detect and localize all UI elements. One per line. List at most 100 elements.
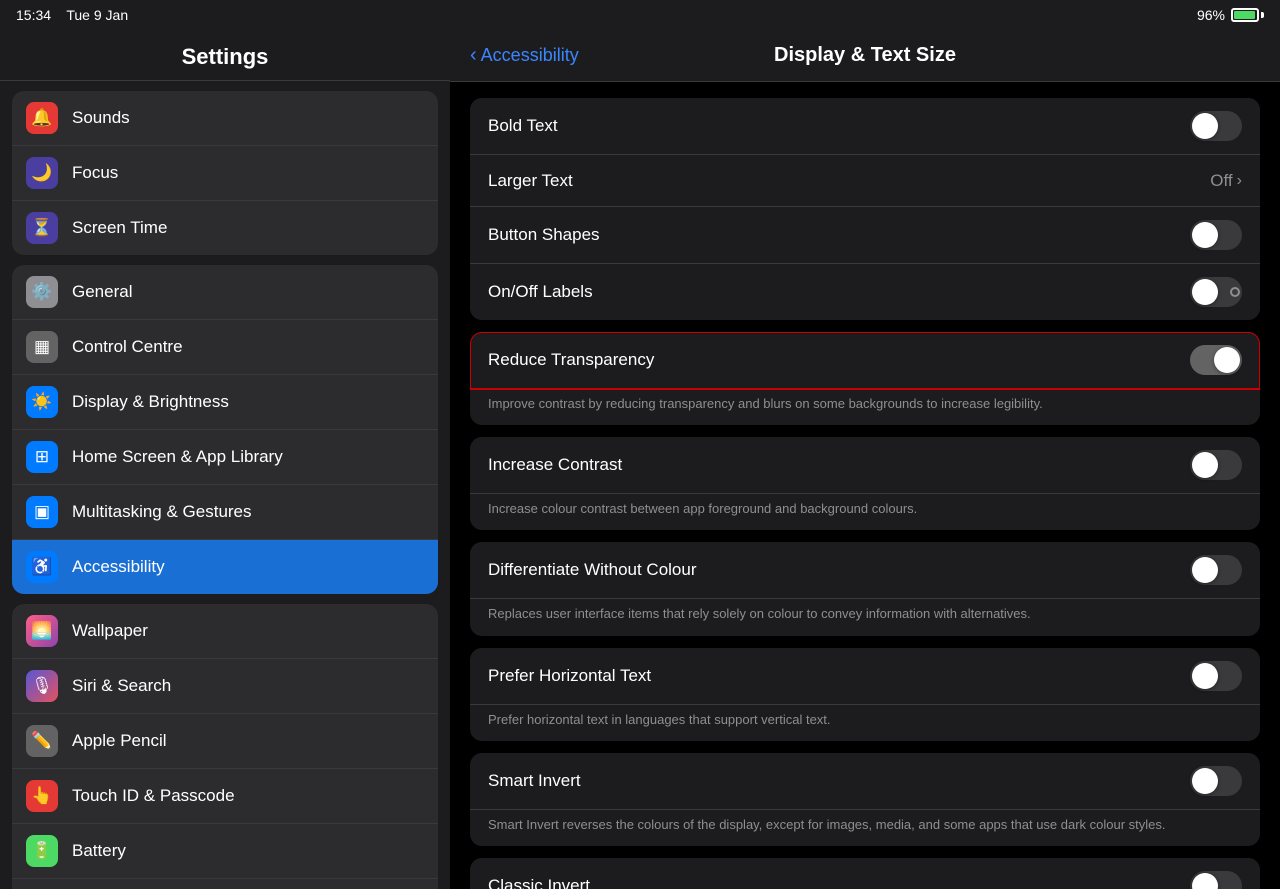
sidebar-item-focus[interactable]: 🌙 Focus	[12, 146, 438, 201]
sidebar-label-focus: Focus	[72, 163, 118, 183]
back-chevron-icon: ‹	[470, 44, 477, 67]
accessibility-icon: ♿	[26, 551, 58, 583]
sidebar-label-control-centre: Control Centre	[72, 337, 183, 357]
reduce-transparency-toggle[interactable]	[1190, 345, 1242, 375]
prefer-horizontal-desc: Prefer horizontal text in languages that…	[470, 705, 1260, 741]
differentiate-desc: Replaces user interface items that rely …	[470, 599, 1260, 635]
sidebar-item-screen-time[interactable]: ⏳ Screen Time	[12, 201, 438, 255]
larger-text-value: Off	[1210, 171, 1232, 191]
page-title: Display & Text Size	[774, 44, 956, 67]
wallpaper-icon: 🌅	[26, 615, 58, 647]
status-bar: 15:34 Tue 9 Jan 96%	[0, 0, 1280, 30]
sidebar-item-apple-pencil[interactable]: ✏️ Apple Pencil	[12, 714, 438, 769]
sidebar-label-display-brightness: Display & Brightness	[72, 392, 229, 412]
settings-group-prefer-horizontal: Prefer Horizontal Text Prefer horizontal…	[470, 648, 1260, 741]
sidebar-item-control-centre[interactable]: ▦ Control Centre	[12, 320, 438, 375]
setting-row-smart-invert[interactable]: Smart Invert	[470, 753, 1260, 810]
sidebar-section-1: 🔔 Sounds 🌙 Focus ⏳ Screen Time	[12, 91, 438, 255]
sidebar-label-multitasking: Multitasking & Gestures	[72, 502, 252, 522]
prefer-horizontal-label: Prefer Horizontal Text	[488, 666, 1190, 686]
right-header: ‹ Accessibility Display & Text Size	[450, 30, 1280, 82]
differentiate-toggle[interactable]	[1190, 555, 1242, 585]
focus-icon: 🌙	[26, 157, 58, 189]
classic-invert-toggle[interactable]	[1190, 871, 1242, 889]
prefer-horizontal-knob	[1192, 663, 1218, 689]
setting-row-classic-invert[interactable]: Classic Invert	[470, 858, 1260, 889]
increase-contrast-toggle[interactable]	[1190, 450, 1242, 480]
setting-row-prefer-horizontal[interactable]: Prefer Horizontal Text	[470, 648, 1260, 705]
settings-group-smart-invert: Smart Invert Smart Invert reverses the c…	[470, 753, 1260, 846]
sidebar-item-general[interactable]: ⚙️ General	[12, 265, 438, 320]
onoff-circle	[1230, 287, 1240, 297]
onoff-labels-label: On/Off Labels	[488, 282, 1190, 302]
sounds-icon: 🔔	[26, 102, 58, 134]
status-right: 96%	[1197, 7, 1264, 23]
classic-invert-knob	[1192, 873, 1218, 889]
touch-id-icon: 👆	[26, 780, 58, 812]
sidebar-item-privacy[interactable]: 🤚 Privacy & Security	[12, 879, 438, 889]
general-icon: ⚙️	[26, 276, 58, 308]
right-panel: ‹ Accessibility Display & Text Size Bold…	[450, 30, 1280, 889]
button-shapes-knob	[1192, 222, 1218, 248]
settings-group-differentiate: Differentiate Without Colour Replaces us…	[470, 542, 1260, 635]
status-date: Tue 9 Jan	[66, 7, 128, 23]
sidebar-item-accessibility[interactable]: ♿ Accessibility	[12, 540, 438, 594]
sidebar-label-apple-pencil: Apple Pencil	[72, 731, 167, 751]
sidebar-item-multitasking[interactable]: ▣ Multitasking & Gestures	[12, 485, 438, 540]
main-layout: Settings 🔔 Sounds 🌙 Focus ⏳ Screen Time	[0, 30, 1280, 889]
sidebar-item-wallpaper[interactable]: 🌅 Wallpaper	[12, 604, 438, 659]
classic-invert-label: Classic Invert	[488, 876, 1190, 889]
sidebar-section-2: ⚙️ General ▦ Control Centre ☀️ Display &…	[12, 265, 438, 594]
bold-text-toggle[interactable]	[1190, 111, 1242, 141]
settings-group-increase-contrast: Increase Contrast Increase colour contra…	[470, 437, 1260, 530]
multitasking-icon: ▣	[26, 496, 58, 528]
setting-row-onoff-labels[interactable]: On/Off Labels	[470, 264, 1260, 320]
smart-invert-desc: Smart Invert reverses the colours of the…	[470, 810, 1260, 846]
settings-group-classic-invert: Classic Invert	[470, 858, 1260, 889]
battery-sidebar-icon: 🔋	[26, 835, 58, 867]
sidebar: Settings 🔔 Sounds 🌙 Focus ⏳ Screen Time	[0, 30, 450, 889]
apple-pencil-icon: ✏️	[26, 725, 58, 757]
button-shapes-label: Button Shapes	[488, 225, 1190, 245]
setting-row-bold-text[interactable]: Bold Text	[470, 98, 1260, 155]
siri-icon: 🎙	[26, 670, 58, 702]
back-label: Accessibility	[481, 45, 579, 66]
button-shapes-toggle[interactable]	[1190, 220, 1242, 250]
status-time: 15:34	[16, 7, 51, 23]
reduce-transparency-desc: Improve contrast by reducing transparenc…	[470, 389, 1260, 425]
sidebar-item-display-brightness[interactable]: ☀️ Display & Brightness	[12, 375, 438, 430]
sidebar-label-general: General	[72, 282, 132, 302]
sidebar-item-battery[interactable]: 🔋 Battery	[12, 824, 438, 879]
sidebar-item-siri[interactable]: 🎙 Siri & Search	[12, 659, 438, 714]
sidebar-item-sounds[interactable]: 🔔 Sounds	[12, 91, 438, 146]
display-brightness-icon: ☀️	[26, 386, 58, 418]
settings-group-reduce-transparency: Reduce Transparency Improve contrast by …	[470, 332, 1260, 425]
sidebar-label-touch-id: Touch ID & Passcode	[72, 786, 235, 806]
onoff-labels-toggle[interactable]	[1190, 277, 1242, 307]
setting-row-button-shapes[interactable]: Button Shapes	[470, 207, 1260, 264]
screen-time-icon: ⏳	[26, 212, 58, 244]
sidebar-label-siri: Siri & Search	[72, 676, 171, 696]
back-button[interactable]: ‹ Accessibility	[470, 44, 579, 67]
reduce-transparency-knob	[1214, 347, 1240, 373]
prefer-horizontal-toggle[interactable]	[1190, 661, 1242, 691]
sidebar-item-home-screen[interactable]: ⊞ Home Screen & App Library	[12, 430, 438, 485]
increase-contrast-label: Increase Contrast	[488, 455, 1190, 475]
setting-row-differentiate[interactable]: Differentiate Without Colour	[470, 542, 1260, 599]
battery-icon	[1231, 8, 1264, 22]
larger-text-label: Larger Text	[488, 171, 1210, 191]
smart-invert-label: Smart Invert	[488, 771, 1190, 791]
sidebar-title: Settings	[0, 30, 450, 81]
setting-row-reduce-transparency[interactable]: Reduce Transparency	[470, 332, 1260, 389]
sidebar-item-touch-id[interactable]: 👆 Touch ID & Passcode	[12, 769, 438, 824]
differentiate-knob	[1192, 557, 1218, 583]
smart-invert-toggle[interactable]	[1190, 766, 1242, 796]
sidebar-label-battery: Battery	[72, 841, 126, 861]
sidebar-label-home-screen: Home Screen & App Library	[72, 447, 283, 467]
header-container: ‹ Accessibility Display & Text Size	[470, 44, 1260, 67]
setting-row-larger-text[interactable]: Larger Text Off ›	[470, 155, 1260, 207]
sidebar-section-3: 🌅 Wallpaper 🎙 Siri & Search ✏️ Apple Pen…	[12, 604, 438, 889]
onoff-labels-knob	[1192, 279, 1218, 305]
settings-group-1: Bold Text Larger Text Off › Button Shape…	[470, 98, 1260, 320]
setting-row-increase-contrast[interactable]: Increase Contrast	[470, 437, 1260, 494]
